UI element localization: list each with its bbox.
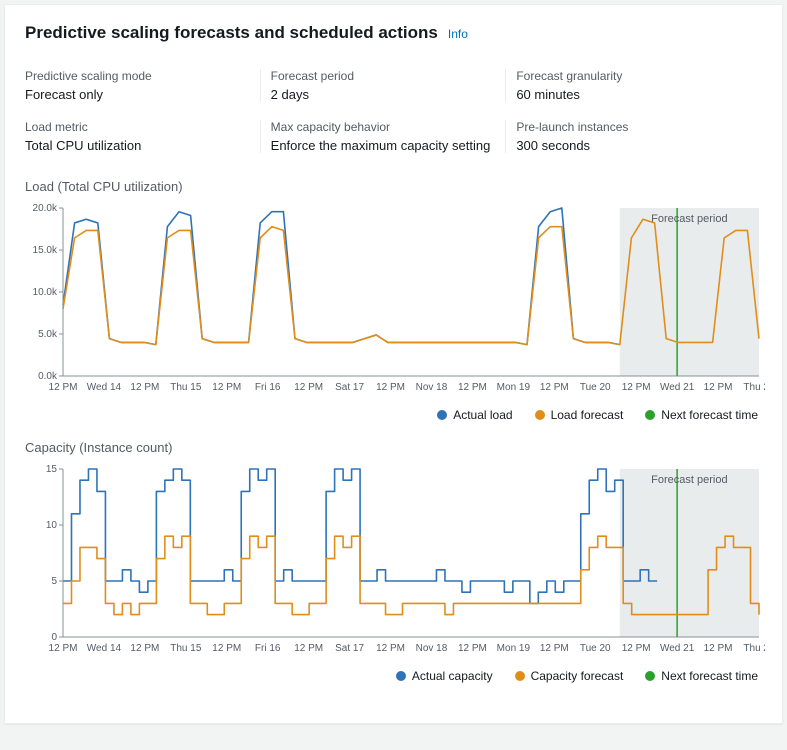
legend-item-capacity-forecast: Capacity forecast [515, 669, 624, 683]
meta-label: Predictive scaling mode [25, 69, 251, 83]
meta-label: Forecast period [271, 69, 497, 83]
legend-label: Actual load [453, 408, 512, 422]
svg-text:Mon 19: Mon 19 [497, 382, 531, 393]
legend-dot-icon [515, 671, 525, 681]
legend-dot-icon [535, 410, 545, 420]
svg-text:Thu 22: Thu 22 [743, 643, 765, 654]
svg-text:Mon 19: Mon 19 [497, 643, 531, 654]
legend-load: Actual load Load forecast Next forecast … [25, 400, 762, 422]
svg-text:15: 15 [46, 464, 58, 475]
svg-text:Tue 20: Tue 20 [580, 643, 611, 654]
svg-text:12 PM: 12 PM [294, 643, 323, 654]
legend-dot-icon [396, 671, 406, 681]
info-link[interactable]: Info [448, 27, 468, 41]
legend-label: Next forecast time [661, 408, 758, 422]
svg-text:12 PM: 12 PM [540, 382, 569, 393]
meta-mode: Predictive scaling mode Forecast only [25, 69, 271, 102]
meta-grid: Predictive scaling mode Forecast only Fo… [25, 69, 762, 153]
svg-text:10: 10 [46, 520, 58, 531]
svg-text:12 PM: 12 PM [622, 382, 651, 393]
chart-capacity: Capacity (Instance count) 0 5 10 15 12 PM Wed… [25, 440, 762, 683]
meta-period: Forecast period 2 days [271, 69, 517, 102]
svg-text:12 PM: 12 PM [212, 643, 241, 654]
meta-label: Max capacity behavior [271, 120, 497, 134]
meta-prelaunch: Pre-launch instances 300 seconds [516, 120, 762, 153]
svg-text:Tue 20: Tue 20 [580, 382, 611, 393]
legend-item-next-forecast-time: Next forecast time [645, 669, 758, 683]
legend-item-next-forecast-time: Next forecast time [645, 408, 758, 422]
meta-value: Enforce the maximum capacity setting [271, 138, 497, 153]
svg-text:12 PM: 12 PM [622, 643, 651, 654]
svg-text:15.0k: 15.0k [33, 245, 58, 256]
svg-text:Thu 15: Thu 15 [170, 382, 202, 393]
meta-value: Total CPU utilization [25, 138, 251, 153]
legend-item-actual-capacity: Actual capacity [396, 669, 493, 683]
svg-text:12 PM: 12 PM [130, 643, 159, 654]
meta-value: 60 minutes [516, 87, 742, 102]
svg-text:12 PM: 12 PM [376, 382, 405, 393]
svg-text:20.0k: 20.0k [33, 203, 58, 214]
legend-item-actual-load: Actual load [437, 408, 512, 422]
svg-text:12 PM: 12 PM [458, 643, 487, 654]
legend-capacity: Actual capacity Capacity forecast Next f… [25, 661, 762, 683]
meta-granularity: Forecast granularity 60 minutes [516, 69, 762, 102]
svg-text:12 PM: 12 PM [376, 643, 405, 654]
svg-text:Wed 21: Wed 21 [660, 382, 695, 393]
panel-header: Predictive scaling forecasts and schedul… [25, 23, 762, 43]
svg-text:12 PM: 12 PM [458, 382, 487, 393]
svg-text:Nov 18: Nov 18 [416, 643, 448, 654]
meta-value: 300 seconds [516, 138, 742, 153]
panel-title: Predictive scaling forecasts and schedul… [25, 23, 438, 43]
svg-text:Sat 17: Sat 17 [335, 643, 364, 654]
meta-label: Load metric [25, 120, 251, 134]
legend-dot-icon [645, 671, 655, 681]
svg-text:Wed 14: Wed 14 [87, 382, 122, 393]
svg-text:Wed 21: Wed 21 [660, 643, 695, 654]
svg-text:12 PM: 12 PM [130, 382, 159, 393]
svg-text:5: 5 [51, 576, 57, 587]
svg-text:Fri 16: Fri 16 [255, 382, 281, 393]
svg-text:0: 0 [51, 632, 57, 643]
svg-text:Wed 14: Wed 14 [87, 643, 122, 654]
svg-text:Forecast period: Forecast period [651, 213, 727, 225]
meta-max-capacity: Max capacity behavior Enforce the maximu… [271, 120, 517, 153]
legend-label: Actual capacity [412, 669, 493, 683]
svg-text:12 PM: 12 PM [294, 382, 323, 393]
legend-dot-icon [437, 410, 447, 420]
svg-text:Thu 15: Thu 15 [170, 643, 202, 654]
legend-dot-icon [645, 410, 655, 420]
meta-load-metric: Load metric Total CPU utilization [25, 120, 271, 153]
svg-text:12 PM: 12 PM [49, 643, 78, 654]
legend-label: Load forecast [551, 408, 624, 422]
svg-text:Fri 16: Fri 16 [255, 643, 281, 654]
svg-text:12 PM: 12 PM [704, 382, 733, 393]
svg-text:12 PM: 12 PM [704, 643, 733, 654]
meta-label: Forecast granularity [516, 69, 742, 83]
legend-label: Next forecast time [661, 669, 758, 683]
chart-load: Load (Total CPU utilization) 0.0k 5.0k 10.… [25, 179, 762, 422]
meta-value: Forecast only [25, 87, 251, 102]
legend-label: Capacity forecast [531, 669, 624, 683]
svg-text:Thu 22: Thu 22 [743, 382, 765, 393]
svg-text:5.0k: 5.0k [38, 329, 58, 340]
svg-text:12 PM: 12 PM [212, 382, 241, 393]
svg-text:Sat 17: Sat 17 [335, 382, 364, 393]
svg-text:Forecast period: Forecast period [651, 474, 727, 486]
chart-title: Capacity (Instance count) [25, 440, 762, 455]
legend-item-load-forecast: Load forecast [535, 408, 624, 422]
svg-text:12 PM: 12 PM [540, 643, 569, 654]
meta-value: 2 days [271, 87, 497, 102]
meta-label: Pre-launch instances [516, 120, 742, 134]
svg-text:10.0k: 10.0k [33, 287, 58, 298]
chart-svg-capacity: 0 5 10 15 12 PM Wed 14 12 PM Thu 15 12 PM Fri 16 1… [25, 461, 765, 661]
chart-title: Load (Total CPU utilization) [25, 179, 762, 194]
predictive-scaling-panel: Predictive scaling forecasts and schedul… [4, 4, 783, 724]
svg-text:Nov 18: Nov 18 [416, 382, 448, 393]
svg-text:0.0k: 0.0k [38, 371, 58, 382]
svg-text:12 PM: 12 PM [49, 382, 78, 393]
chart-svg-load: 0.0k 5.0k 10.0k 15.0k 20.0k 12 PM Wed 14 12 PM T… [25, 200, 765, 400]
